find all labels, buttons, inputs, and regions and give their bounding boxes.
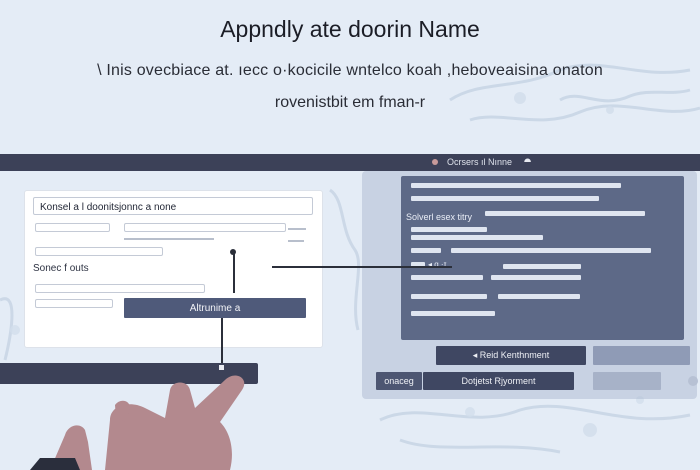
text-line xyxy=(411,248,441,253)
text-line xyxy=(411,183,621,188)
text-line xyxy=(411,235,543,240)
connector-node xyxy=(230,249,236,255)
page-subtitle-line-2: rovenistbit em fman-r xyxy=(274,94,426,111)
section-label: Sonec f outs xyxy=(33,263,89,274)
text-field[interactable] xyxy=(124,223,286,232)
submit-button[interactable]: Altrunime a xyxy=(124,298,306,318)
text-line xyxy=(485,211,645,216)
pin-icon[interactable]: ⯊ xyxy=(524,157,531,168)
text-line xyxy=(503,264,581,269)
bottom-tab[interactable]: onaceg xyxy=(376,372,422,390)
text-line xyxy=(411,275,483,280)
report-button[interactable]: Dotjetst Rjyorment xyxy=(423,372,574,390)
page-title: Appndly ate doorin Name xyxy=(220,16,480,42)
field-line xyxy=(124,238,214,240)
text-line xyxy=(411,196,599,201)
text-line xyxy=(498,294,580,299)
hand-icon xyxy=(30,375,245,470)
text-line xyxy=(491,275,581,280)
text-field[interactable] xyxy=(35,299,113,308)
text-field[interactable] xyxy=(35,223,110,232)
field-line xyxy=(288,228,306,230)
text-line xyxy=(411,311,495,316)
window-title-bar xyxy=(0,154,700,171)
extra-button[interactable] xyxy=(593,372,661,390)
field-line xyxy=(288,240,304,242)
connector-line xyxy=(221,318,223,363)
connector-line xyxy=(233,251,235,293)
window-title: Ocrsers ıl Nınne xyxy=(447,157,513,167)
text-line xyxy=(451,248,651,253)
page-subtitle: \ Inis ovecbiace at. ıecc o·kocicile wnt… xyxy=(97,62,603,79)
text-field[interactable] xyxy=(35,284,205,293)
secondary-button[interactable] xyxy=(593,346,690,365)
text-field[interactable] xyxy=(35,247,163,256)
primary-action-button[interactable]: ◂ Reid Kenthnment xyxy=(436,346,586,365)
scroll-knob[interactable] xyxy=(688,376,698,386)
text-line xyxy=(411,294,487,299)
text-line xyxy=(411,227,487,232)
panel-label: Solverl esex titry xyxy=(406,212,473,222)
panel-marker: ◂ ɑ ·ɪ xyxy=(428,260,447,269)
connector-line xyxy=(272,266,452,268)
primary-field-value: Konsel a l doonitsjonnc a none xyxy=(40,202,177,213)
dot-icon xyxy=(432,159,438,165)
